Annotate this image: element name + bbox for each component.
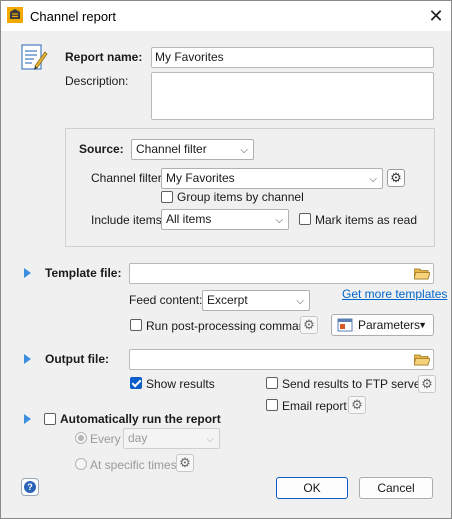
output-file-input[interactable]	[129, 349, 434, 370]
window-title: Channel report	[30, 9, 116, 24]
dropdown-arrow-icon: ⌵	[296, 296, 304, 307]
expand-arrow-icon[interactable]	[24, 414, 31, 424]
help-button[interactable]: ?	[21, 478, 39, 496]
post-processing-checkbox[interactable]	[130, 319, 142, 331]
parameters-icon	[337, 318, 353, 332]
show-results-label: Show results	[146, 377, 215, 391]
channel-filter-label: Channel filter:	[91, 171, 166, 185]
group-items-label: Group items by channel	[177, 190, 304, 204]
channel-filter-settings-icon[interactable]: ⚙	[387, 169, 405, 187]
mark-read-label: Mark items as read	[315, 213, 418, 227]
dropdown-arrow-icon: ⌵	[240, 145, 248, 156]
post-processing-settings-icon[interactable]: ⚙	[300, 316, 318, 334]
email-report-label: Email report	[282, 399, 347, 413]
dropdown-arrow-icon: ⌵	[206, 434, 214, 445]
feed-content-select[interactable]: Excerpt ⌵	[202, 290, 310, 311]
specific-times-settings-icon[interactable]: ⚙	[176, 454, 194, 472]
include-items-value: All items	[166, 212, 212, 226]
specific-times-radio[interactable]	[75, 458, 87, 470]
get-more-templates-link[interactable]: Get more templates	[342, 287, 447, 301]
specific-times-label: At specific times	[90, 458, 177, 472]
source-label: Source:	[79, 142, 124, 156]
parameters-label: Parameters	[358, 318, 421, 332]
include-items-select[interactable]: All items ⌵	[161, 209, 289, 230]
title-bar: Channel report ✕	[1, 1, 451, 31]
ftp-settings-icon[interactable]: ⚙	[418, 375, 436, 393]
auto-run-checkbox[interactable]	[44, 413, 56, 425]
every-label: Every	[90, 432, 121, 446]
feed-content-label: Feed content:	[129, 293, 203, 307]
cancel-button[interactable]: Cancel	[359, 477, 433, 499]
every-select[interactable]: day ⌵	[123, 428, 220, 449]
report-document-icon	[21, 44, 48, 70]
auto-run-label: Automatically run the report	[60, 412, 221, 426]
folder-open-icon[interactable]	[414, 353, 430, 366]
template-file-input[interactable]	[129, 263, 434, 284]
report-name-input[interactable]: My Favorites	[151, 47, 434, 68]
every-value: day	[128, 431, 148, 445]
every-radio[interactable]	[75, 432, 87, 444]
group-items-checkbox[interactable]	[161, 191, 173, 203]
template-file-label: Template file:	[45, 266, 122, 280]
source-select[interactable]: Channel filter ⌵	[131, 139, 254, 160]
include-items-label: Include items:	[91, 213, 166, 227]
close-icon[interactable]: ✕	[425, 5, 447, 27]
dropdown-arrow-icon: ⌵	[369, 174, 377, 185]
dropdown-arrow-icon: ▼	[418, 320, 427, 330]
expand-arrow-icon[interactable]	[24, 268, 31, 278]
output-file-label: Output file:	[45, 352, 109, 366]
send-ftp-label: Send results to FTP server	[282, 377, 425, 391]
app-icon	[7, 7, 23, 23]
ok-button[interactable]: OK	[276, 477, 348, 499]
email-settings-icon[interactable]: ⚙	[348, 396, 366, 414]
source-value: Channel filter	[136, 142, 207, 156]
dropdown-arrow-icon: ⌵	[275, 215, 283, 226]
feed-content-value: Excerpt	[207, 293, 248, 307]
folder-open-icon[interactable]	[414, 267, 430, 280]
channel-report-dialog: Channel report ✕ Report name: My Favorit…	[0, 0, 452, 519]
report-name-label: Report name:	[65, 50, 143, 64]
channel-filter-select[interactable]: My Favorites ⌵	[161, 168, 383, 189]
expand-arrow-icon[interactable]	[24, 354, 31, 364]
email-report-checkbox[interactable]	[266, 399, 278, 411]
parameters-button[interactable]: Parameters ▼	[331, 314, 434, 336]
mark-read-checkbox[interactable]	[299, 213, 311, 225]
description-textarea[interactable]	[151, 72, 434, 120]
help-icon: ?	[24, 481, 36, 493]
channel-filter-value: My Favorites	[166, 171, 235, 185]
post-processing-label: Run post-processing command	[146, 319, 313, 333]
description-label: Description:	[65, 74, 129, 88]
show-results-checkbox[interactable]	[130, 377, 142, 389]
send-ftp-checkbox[interactable]	[266, 377, 278, 389]
